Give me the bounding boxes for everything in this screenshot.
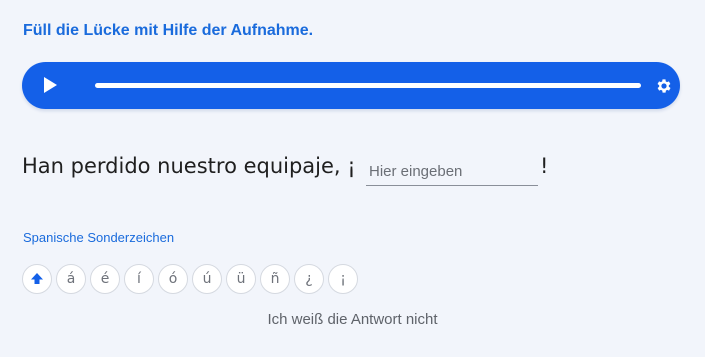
gear-icon[interactable]: [655, 77, 673, 95]
char-button-inverted-question[interactable]: ¿: [294, 264, 324, 294]
char-button-e-acute[interactable]: é: [90, 264, 120, 294]
char-button-u-acute[interactable]: ú: [192, 264, 222, 294]
exercise-page: Füll die Lücke mit Hilfe der Aufnahme. H…: [0, 0, 705, 357]
answer-input[interactable]: [366, 150, 538, 186]
sentence-before-gap: Han perdido nuestro equipaje, ¡: [22, 154, 356, 178]
play-icon[interactable]: [40, 75, 60, 95]
instruction-text: Füll die Lücke mit Hilfe der Aufnahme.: [23, 22, 314, 39]
shift-arrow-icon[interactable]: [22, 264, 52, 294]
dont-know-button[interactable]: Ich weiß die Antwort nicht: [0, 311, 705, 328]
special-chars-label: Spanische Sonderzeichen: [23, 230, 175, 245]
char-button-u-umlaut[interactable]: ü: [226, 264, 256, 294]
special-chars-row: á é í ó ú ü ñ ¿ ¡: [22, 264, 358, 294]
char-button-o-acute[interactable]: ó: [158, 264, 188, 294]
audio-progress-bar[interactable]: [95, 83, 641, 88]
char-button-a-acute[interactable]: á: [56, 264, 86, 294]
char-button-i-acute[interactable]: í: [124, 264, 154, 294]
char-button-inverted-exclamation[interactable]: ¡: [328, 264, 358, 294]
audio-player: [22, 62, 680, 109]
sentence-after-gap: !: [540, 154, 549, 178]
char-button-n-tilde[interactable]: ñ: [260, 264, 290, 294]
